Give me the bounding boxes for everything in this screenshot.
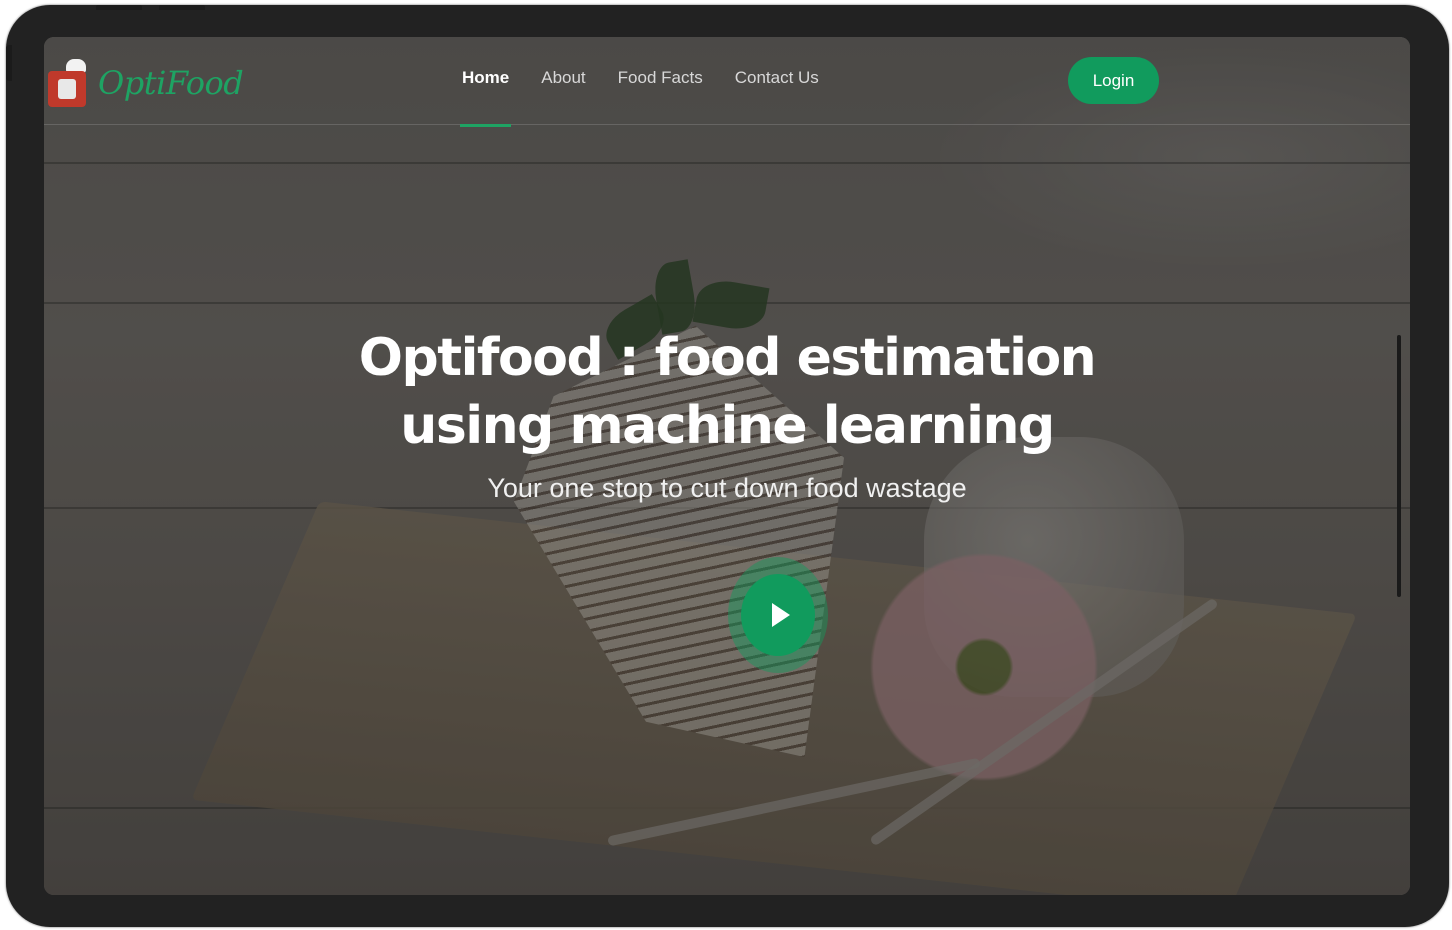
device-button bbox=[96, 5, 142, 10]
hero-subtitle: Your one stop to cut down food wastage bbox=[487, 473, 967, 503]
chef-logo-icon bbox=[46, 59, 90, 107]
brand-name: OptiFood bbox=[98, 64, 244, 102]
nav-links: Home About Food Facts Contact Us bbox=[459, 68, 851, 127]
hero-title: Optifood : food estimation using machine… bbox=[358, 328, 1097, 456]
nav-home[interactable]: Home bbox=[459, 68, 512, 127]
dark-overlay bbox=[44, 37, 1410, 895]
play-video-button[interactable] bbox=[741, 574, 815, 656]
login-button[interactable]: Login bbox=[1068, 57, 1159, 104]
scrollbar-thumb[interactable] bbox=[1397, 335, 1401, 597]
play-icon bbox=[771, 603, 790, 627]
device-button bbox=[159, 5, 205, 10]
nav-about[interactable]: About bbox=[541, 68, 585, 88]
nav-food-facts[interactable]: Food Facts bbox=[618, 68, 703, 88]
screen: OptiFood Home About Food Facts Contact U… bbox=[44, 37, 1410, 895]
brand-logo[interactable]: OptiFood bbox=[46, 59, 244, 107]
nav-contact-us[interactable]: Contact Us bbox=[735, 68, 819, 88]
navbar: OptiFood Home About Food Facts Contact U… bbox=[44, 37, 1410, 127]
device-side-button bbox=[6, 45, 12, 81]
